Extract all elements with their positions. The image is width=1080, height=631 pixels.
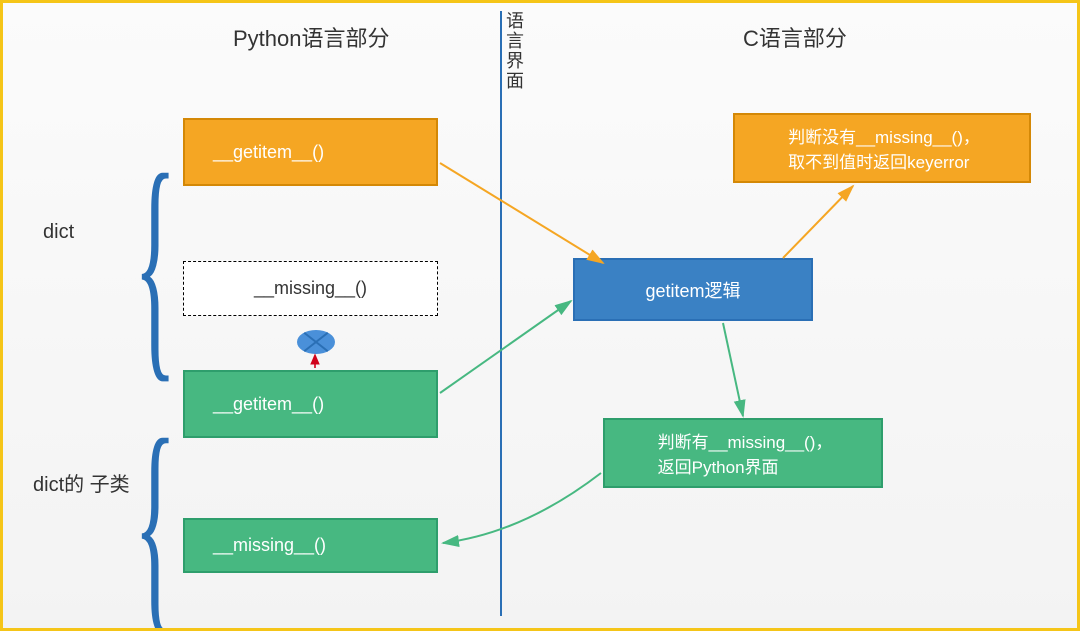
box-has-missing: 判断有__missing__()， 返回Python界面 — [603, 418, 883, 488]
header-c: C语言部分 — [743, 21, 847, 53]
diagram-frame: Python语言部分 C语言部分 语言界面 { dict { dict的 子类 … — [0, 0, 1080, 631]
box-subclass-missing: __missing__() — [183, 518, 438, 573]
box-keyerror: 判断没有__missing__()， 取不到值时返回keyerror — [733, 113, 1031, 183]
brace-dict-label: dict — [43, 221, 74, 244]
box-subclass-getitem: __getitem__() — [183, 370, 438, 438]
override-blocker-icon — [297, 330, 335, 354]
box-dict-missing-dashed: __missing__() — [183, 261, 438, 316]
brace-dict-icon: { — [134, 137, 177, 389]
language-divider-label: 语言界面 — [503, 11, 523, 91]
language-divider-line — [500, 11, 502, 616]
box-dict-getitem: __getitem__() — [183, 118, 438, 186]
box-getitem-logic: getitem逻辑 — [573, 258, 813, 321]
header-python: Python语言部分 — [233, 21, 390, 53]
brace-subclass-icon: { — [134, 404, 177, 631]
brace-subclass-label: dict的 子类 — [33, 473, 130, 497]
